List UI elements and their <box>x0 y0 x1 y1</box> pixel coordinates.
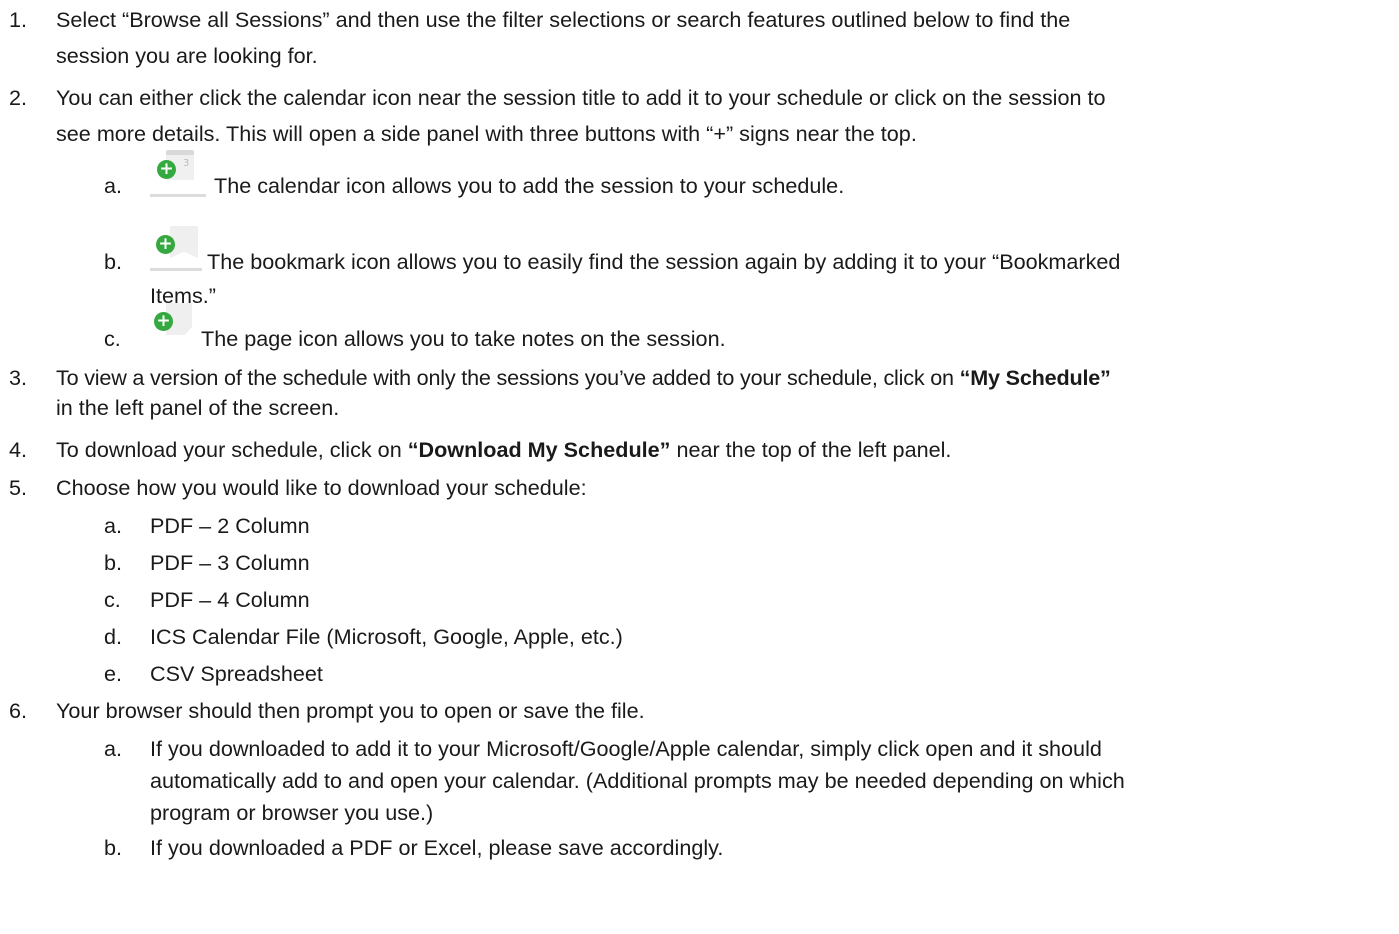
step-text-cont: session you are looking for. <box>56 43 318 68</box>
sub-text: PDF – 4 Column <box>150 587 310 612</box>
step-number: 4. <box>9 437 28 462</box>
step-text: Your browser should then prompt you to o… <box>56 698 645 723</box>
sub-letter: e. <box>104 661 123 686</box>
sub-text-cont: automatically add to and open your calen… <box>150 768 1125 793</box>
download-my-schedule-label: “Download My Schedule” <box>407 437 671 462</box>
page-add-icon: + <box>150 303 196 349</box>
sub-text: If you downloaded to add it to your Micr… <box>150 736 1102 761</box>
sub-text: The calendar icon allows you to add the … <box>214 173 845 198</box>
sub-text: PDF – 3 Column <box>150 550 310 575</box>
step-text-cont: see more details. This will open a side … <box>56 121 917 146</box>
sub-text: ICS Calendar File (Microsoft, Google, Ap… <box>150 624 623 649</box>
step-text: To view a version of the schedule with o… <box>56 365 1111 390</box>
step-number: 6. <box>9 698 28 723</box>
sub-text: The bookmark icon allows you to easily f… <box>207 249 1121 274</box>
sub-letter: a. <box>104 736 123 761</box>
sub-letter: c. <box>104 587 121 612</box>
step-text-cont: in the left panel of the screen. <box>56 395 340 420</box>
step-number: 5. <box>9 475 28 500</box>
instructions-document: 1. Select “Browse all Sessions” and then… <box>0 0 1399 934</box>
bookmark-add-icon: + <box>150 226 202 272</box>
step-text: Choose how you would like to download yo… <box>56 475 587 500</box>
sub-letter: c. <box>104 326 121 351</box>
sub-text: CSV Spreadsheet <box>150 661 323 686</box>
sub-text: If you downloaded a PDF or Excel, please… <box>150 835 724 860</box>
step-number: 2. <box>9 85 28 110</box>
sub-letter: a. <box>104 173 123 198</box>
step-text: Select “Browse all Sessions” and then us… <box>56 7 1071 32</box>
sub-letter: b. <box>104 550 123 575</box>
sub-letter: d. <box>104 624 123 649</box>
step-number: 1. <box>9 7 28 32</box>
my-schedule-label: “My Schedule” <box>959 365 1111 390</box>
sub-letter: a. <box>104 513 123 538</box>
step-text: You can either click the calendar icon n… <box>56 85 1106 110</box>
sub-text-cont: program or browser you use.) <box>150 800 434 825</box>
sub-letter: b. <box>104 835 123 860</box>
sub-text-cont: Items.” <box>150 283 216 308</box>
step-number: 3. <box>9 365 28 390</box>
calendar-add-icon: 3 + <box>150 150 206 198</box>
step-text: To download your schedule, click on “Dow… <box>56 437 952 462</box>
sub-text: PDF – 2 Column <box>150 513 310 538</box>
sub-text: The page icon allows you to take notes o… <box>201 326 726 351</box>
sub-letter: b. <box>104 249 123 274</box>
